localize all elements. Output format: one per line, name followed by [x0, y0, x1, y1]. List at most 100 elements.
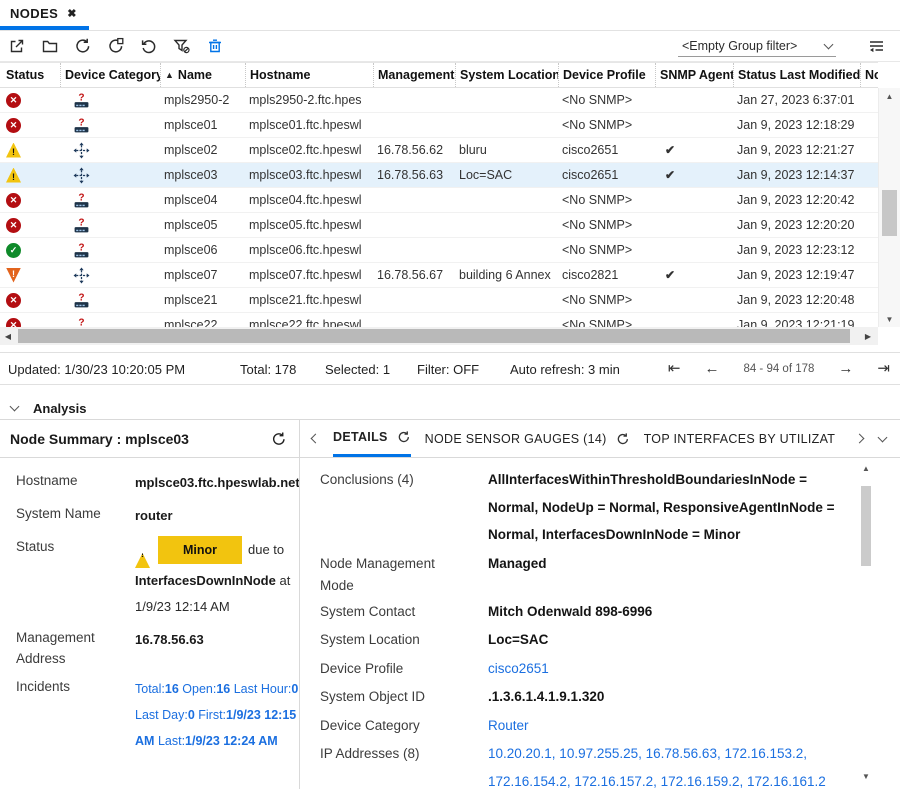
svg-text:?: ? [78, 292, 84, 303]
table-row[interactable]: ? mplsce22 mplsce22.ftc.hpeswl <No SNMP>… [0, 313, 878, 327]
incidents-summary-link[interactable]: Total:16 Open:16 Last Hour:0 Last Day:0 … [135, 676, 300, 754]
detail-system-contact: System Contact Mitch Odenwald 898-6996 [320, 598, 900, 626]
scroll-right-icon[interactable]: ▶ [860, 327, 876, 345]
device-category-link[interactable]: Router [488, 712, 848, 740]
next-page-icon[interactable]: → [838, 361, 853, 376]
column-header-system-location[interactable]: System Location [455, 63, 558, 87]
column-header-hostname[interactable]: Hostname [245, 63, 373, 87]
status-icon [6, 118, 21, 133]
table-row[interactable]: ? mplsce06 mplsce06.ftc.hpeswl <No SNMP>… [0, 238, 878, 263]
cell-management [373, 288, 455, 312]
cell-hostname: mpls2950-2.ftc.hpes [245, 88, 373, 112]
detail-node-management-mode: Node Management Mode Managed [320, 550, 900, 597]
previous-page-icon[interactable]: ← [704, 361, 719, 376]
table-row[interactable]: ? mplsce07 mplsce07.ftc.hpeswl 16.78.56.… [0, 263, 878, 288]
node-summary-panel: Node Summary : mplsce03 Hostname mplsce0… [0, 420, 300, 789]
column-header-status[interactable]: Status [0, 63, 60, 87]
open-button[interactable] [40, 36, 60, 56]
refresh-group-button[interactable] [106, 36, 126, 56]
refresh-icon [397, 430, 411, 444]
details-vertical-scrollbar[interactable]: ▲ ▼ [858, 462, 874, 782]
tab-top-interfaces-by-utilization[interactable]: TOP INTERFACES BY UTILIZATION [644, 420, 836, 457]
column-header-notes[interactable]: No [860, 63, 878, 87]
table-row[interactable]: ? mplsce05 mplsce05.ftc.hpeswl <No SNMP>… [0, 213, 878, 238]
tab-list-menu-icon[interactable] [878, 432, 888, 442]
snmp-agent-check [655, 288, 733, 312]
column-header-status-last-modified[interactable]: Status Last Modified [733, 63, 860, 87]
cell-status-last-modified: Jan 9, 2023 12:18:29 [733, 113, 860, 137]
severity-badge: Minor [158, 536, 242, 564]
device-category-icon: ? [73, 92, 90, 109]
cell-status-last-modified: Jan 9, 2023 12:23:12 [733, 238, 860, 262]
analysis-collapse-header[interactable]: Analysis [0, 397, 900, 420]
remove-filter-button[interactable] [172, 36, 192, 56]
table-vertical-scrollbar[interactable]: ▲ ▼ [878, 88, 900, 327]
table-row[interactable]: ? mplsce02 mplsce02.ftc.hpeswl 16.78.56.… [0, 138, 878, 163]
cell-hostname: mplsce05.ftc.hpeswl [245, 213, 373, 237]
cell-status-last-modified: Jan 9, 2023 12:20:42 [733, 188, 860, 212]
cell-management: 16.78.56.67 [373, 263, 455, 287]
table-row[interactable]: ? mplsce01 mplsce01.ftc.hpeswl <No SNMP>… [0, 113, 878, 138]
view-menu-button[interactable] [866, 36, 886, 56]
tab-details[interactable]: DETAILS [333, 420, 411, 457]
undo-button[interactable] [139, 36, 159, 56]
column-header-snmp-agent[interactable]: SNMP Agent [655, 63, 733, 87]
cell-system-location [455, 288, 558, 312]
table-horizontal-scrollbar[interactable]: ◀ ▶ [0, 327, 878, 345]
snmp-agent-check: ✔ [655, 138, 733, 162]
column-header-management[interactable]: Management [373, 63, 455, 87]
vertical-scroll-thumb[interactable] [882, 190, 897, 236]
status-icon [6, 293, 21, 308]
tab-scroll-right-icon[interactable] [855, 434, 865, 444]
group-filter-value: <Empty Group filter> [682, 39, 797, 53]
scroll-up-icon[interactable]: ▲ [858, 462, 874, 474]
vertical-scroll-thumb[interactable] [861, 486, 871, 566]
refresh-button[interactable] [73, 36, 93, 56]
table-row[interactable]: ? mplsce21 mplsce21.ftc.hpeswl <No SNMP>… [0, 288, 878, 313]
cell-hostname: mplsce01.ftc.hpeswl [245, 113, 373, 137]
analysis-title: Analysis [33, 401, 86, 416]
view-menu-icon [867, 37, 886, 55]
scroll-down-icon[interactable]: ▼ [858, 770, 874, 782]
group-filter-dropdown[interactable]: <Empty Group filter> [678, 36, 836, 57]
details-tab-bar: DETAILS NODE SENSOR GAUGES (14) TOP INTE… [300, 420, 900, 458]
table-row[interactable]: ? mpls2950-2 mpls2950-2.ftc.hpes <No SNM… [0, 88, 878, 113]
horizontal-scroll-thumb[interactable] [18, 329, 850, 343]
device-profile-link[interactable]: cisco2651 [488, 655, 848, 683]
table-row[interactable]: ? mplsce03 mplsce03.ftc.hpeswl 16.78.56.… [0, 163, 878, 188]
tab-node-sensor-gauges[interactable]: NODE SENSOR GAUGES (14) [425, 420, 630, 457]
field-status: Status Minordue to InterfacesDownInNode … [16, 536, 291, 620]
scroll-down-icon[interactable]: ▼ [879, 311, 900, 327]
status-icon [6, 193, 21, 208]
open-in-new-window-button[interactable] [7, 36, 27, 56]
scroll-up-icon[interactable]: ▲ [879, 88, 900, 104]
ip-addresses-links[interactable]: 10.20.20.1, 10.97.255.25, 16.78.56.63, 1… [488, 740, 848, 789]
close-icon[interactable]: ✖ [67, 7, 77, 20]
table-status-bar: Updated: 1/30/23 10:20:05 PM Total: 178 … [0, 352, 900, 385]
table-header: Status Device Category ▲Name Hostname Ma… [0, 62, 878, 88]
node-summary-refresh-button[interactable] [271, 431, 287, 447]
status-icon [6, 318, 21, 328]
page-range: 84 - 94 of 178 [743, 363, 814, 375]
cell-hostname: mplsce22.ftc.hpeswl [245, 313, 373, 327]
column-header-name[interactable]: ▲Name [160, 63, 245, 87]
cell-status-last-modified: Jan 9, 2023 12:20:20 [733, 213, 860, 237]
delete-button[interactable] [205, 36, 225, 56]
node-summary-title: Node Summary : mplsce03 [10, 431, 189, 447]
last-page-icon[interactable]: ⇥ [877, 361, 890, 376]
table-row[interactable]: ? mplsce04 mplsce04.ftc.hpeswl <No SNMP>… [0, 188, 878, 213]
status-icon [6, 93, 21, 108]
first-page-icon[interactable]: ⇤ [668, 361, 681, 376]
chevron-down-icon [824, 40, 834, 50]
column-header-device-category[interactable]: Device Category [60, 63, 160, 87]
scroll-left-icon[interactable]: ◀ [0, 327, 16, 345]
cell-device-profile: <No SNMP> [558, 188, 655, 212]
column-header-device-profile[interactable]: Device Profile [558, 63, 655, 87]
tab-nodes[interactable]: NODES ✖ [0, 0, 89, 30]
cell-system-location [455, 213, 558, 237]
cell-system-location [455, 188, 558, 212]
details-content: Conclusions (4) AllInterfacesWithinThres… [300, 458, 900, 789]
cell-device-profile: <No SNMP> [558, 88, 655, 112]
details-panel: DETAILS NODE SENSOR GAUGES (14) TOP INTE… [300, 420, 900, 789]
tab-scroll-left-icon[interactable] [311, 434, 321, 444]
